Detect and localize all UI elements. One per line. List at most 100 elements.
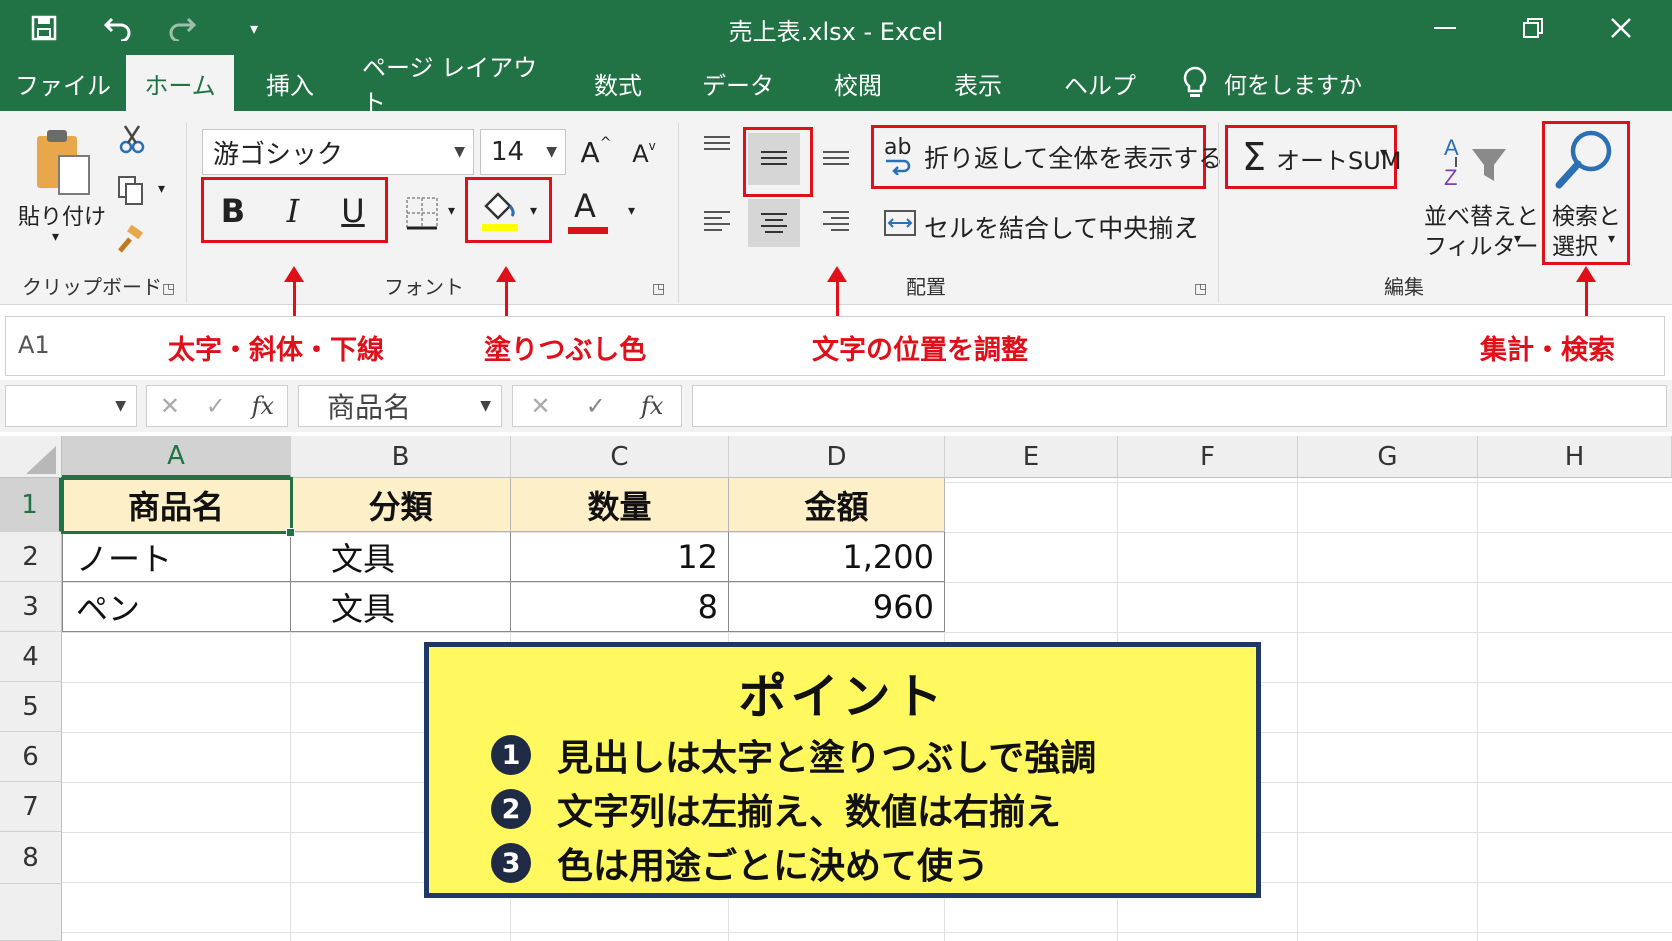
cell-c1[interactable]: 数量 (511, 478, 729, 532)
sort-filter-label-2[interactable]: フィルター (1424, 227, 1539, 261)
tab-review[interactable]: 校閲 (818, 55, 898, 111)
format-painter-icon[interactable] (114, 223, 148, 257)
italic-button[interactable]: I (272, 189, 314, 233)
row-header-4[interactable]: 4 (0, 632, 62, 682)
row-header-8[interactable]: 8 (0, 832, 62, 884)
cut-icon[interactable] (116, 123, 148, 155)
align-bottom-icon[interactable] (818, 137, 854, 177)
sort-filter-dropdown-icon[interactable]: ▾ (1514, 231, 1521, 247)
column-header-f[interactable]: F (1118, 436, 1298, 478)
font-color-button[interactable]: A (566, 187, 610, 237)
column-header-a[interactable]: A (62, 436, 291, 478)
select-all-button[interactable] (0, 436, 62, 478)
shrink-font-button[interactable]: Av (626, 135, 662, 173)
borders-icon[interactable] (404, 193, 440, 233)
clipboard-dialog-launcher-icon[interactable]: ◳ (162, 281, 175, 297)
cell-c3[interactable]: 8 (511, 582, 729, 632)
cell-a3[interactable]: ペン (62, 582, 291, 632)
font-color-dropdown-icon[interactable]: ▾ (628, 203, 635, 219)
formula-input[interactable] (692, 385, 1667, 427)
row-header-3[interactable]: 3 (0, 582, 62, 632)
copy-icon[interactable] (114, 173, 148, 207)
paste-icon[interactable] (30, 125, 96, 197)
name-box-dropdown[interactable]: ▼ (5, 385, 137, 427)
cell-c2[interactable]: 12 (511, 532, 729, 582)
column-header-h[interactable]: H (1478, 436, 1672, 478)
column-header-d[interactable]: D (729, 436, 945, 478)
cancel-icon[interactable]: ✕ (531, 392, 551, 420)
enter-icon[interactable]: ✓ (206, 392, 226, 420)
wrap-text-button[interactable]: 折り返して全体を表示する (924, 139, 1223, 175)
tab-data[interactable]: データ (698, 55, 778, 111)
tab-help[interactable]: ヘルプ (1058, 55, 1142, 111)
find-select-label-2[interactable]: 選択 (1552, 227, 1598, 261)
sort-filter-label-1[interactable]: 並べ替えと (1424, 197, 1539, 231)
enter-icon[interactable]: ✓ (586, 392, 606, 420)
point-item-text: 色は用途ごとに決めて使う (557, 846, 990, 887)
font-size-select[interactable]: 14 ▼ (480, 129, 566, 175)
cell-d1[interactable]: 金額 (729, 478, 945, 532)
cell-b1[interactable]: 分類 (291, 478, 511, 532)
formula-name-combo[interactable]: 商品名 ▼ (298, 385, 502, 427)
borders-dropdown-icon[interactable]: ▾ (448, 203, 455, 219)
tell-me-label: 何をしますか (1224, 73, 1362, 99)
tab-file[interactable]: ファイル (8, 55, 118, 111)
align-left-icon[interactable] (700, 201, 734, 241)
active-cell-reference[interactable]: A1 (18, 331, 50, 359)
align-top-icon[interactable] (700, 129, 734, 163)
formula-tools-1: ✕ ✓ fx (146, 385, 288, 427)
tab-page-layout[interactable]: ページ レイアウト (362, 54, 552, 117)
restore-icon[interactable] (1508, 8, 1558, 48)
arrow-line (293, 280, 296, 316)
column-header-b[interactable]: B (291, 436, 511, 478)
row-header-6[interactable]: 6 (0, 732, 62, 782)
grow-font-button[interactable]: A ^ (578, 131, 614, 173)
cell-d3[interactable]: 960 (729, 582, 945, 632)
cancel-icon[interactable]: ✕ (160, 392, 180, 420)
tab-formulas[interactable]: 数式 (578, 55, 658, 111)
merge-center-button[interactable]: セルを結合して中央揃え (924, 209, 1198, 245)
tab-view[interactable]: 表示 (938, 55, 1018, 111)
find-select-label-1[interactable]: 検索と (1552, 197, 1621, 231)
copy-dropdown-icon[interactable]: ▾ (158, 181, 165, 197)
cell-b3[interactable]: 文具 (291, 582, 511, 632)
row-header-7[interactable]: 7 (0, 782, 62, 832)
close-icon[interactable] (1596, 8, 1646, 48)
fill-color-dropdown-icon[interactable]: ▾ (530, 203, 537, 219)
fill-handle[interactable] (286, 528, 295, 537)
lightbulb-icon (1183, 66, 1207, 97)
minimize-icon[interactable] (1420, 8, 1470, 48)
underline-button[interactable]: U (332, 189, 374, 233)
find-select-dropdown-icon[interactable]: ▾ (1608, 231, 1615, 247)
align-center-button[interactable] (748, 199, 800, 247)
tell-me-search[interactable]: 何をしますか (1180, 55, 1362, 111)
insert-function-icon[interactable]: fx (252, 392, 274, 420)
column-header-g[interactable]: G (1298, 436, 1478, 478)
point-title: ポイント (738, 669, 947, 725)
cell-d2[interactable]: 1,200 (729, 532, 945, 582)
cell-a2[interactable]: ノート (62, 532, 291, 582)
fill-color-button[interactable] (480, 185, 520, 233)
point-callout: ポイント 1 見出しは太字と塗りつぶしで強調 2 文字列は左揃え、数値は右揃え … (424, 642, 1261, 898)
font-name-select[interactable]: 游ゴシック ▼ (202, 129, 474, 175)
paste-label[interactable]: 貼り付け (18, 199, 106, 231)
autosum-dropdown-icon[interactable]: ▾ (1380, 145, 1387, 161)
merge-dropdown-icon[interactable]: ▾ (1188, 213, 1195, 229)
alignment-dialog-launcher-icon[interactable]: ◳ (1194, 281, 1207, 297)
bold-button[interactable]: B (212, 189, 254, 233)
tab-insert[interactable]: 挿入 (248, 55, 332, 111)
column-header-c[interactable]: C (511, 436, 729, 478)
insert-function-icon[interactable]: fx (641, 392, 663, 420)
tab-home[interactable]: ホーム (126, 55, 234, 111)
row-header-2[interactable]: 2 (0, 532, 62, 582)
row-header-9[interactable] (0, 884, 62, 941)
row-header-1[interactable]: 1 (0, 478, 62, 532)
svg-text:Z: Z (1444, 165, 1457, 190)
row-header-5[interactable]: 5 (0, 682, 62, 732)
align-right-icon[interactable] (818, 201, 854, 241)
column-header-e[interactable]: E (945, 436, 1118, 478)
paste-dropdown-icon[interactable]: ▾ (52, 229, 59, 245)
highlight-align-middle (743, 127, 813, 197)
cell-b2[interactable]: 文具 (291, 532, 511, 582)
font-dialog-launcher-icon[interactable]: ◳ (652, 281, 665, 297)
